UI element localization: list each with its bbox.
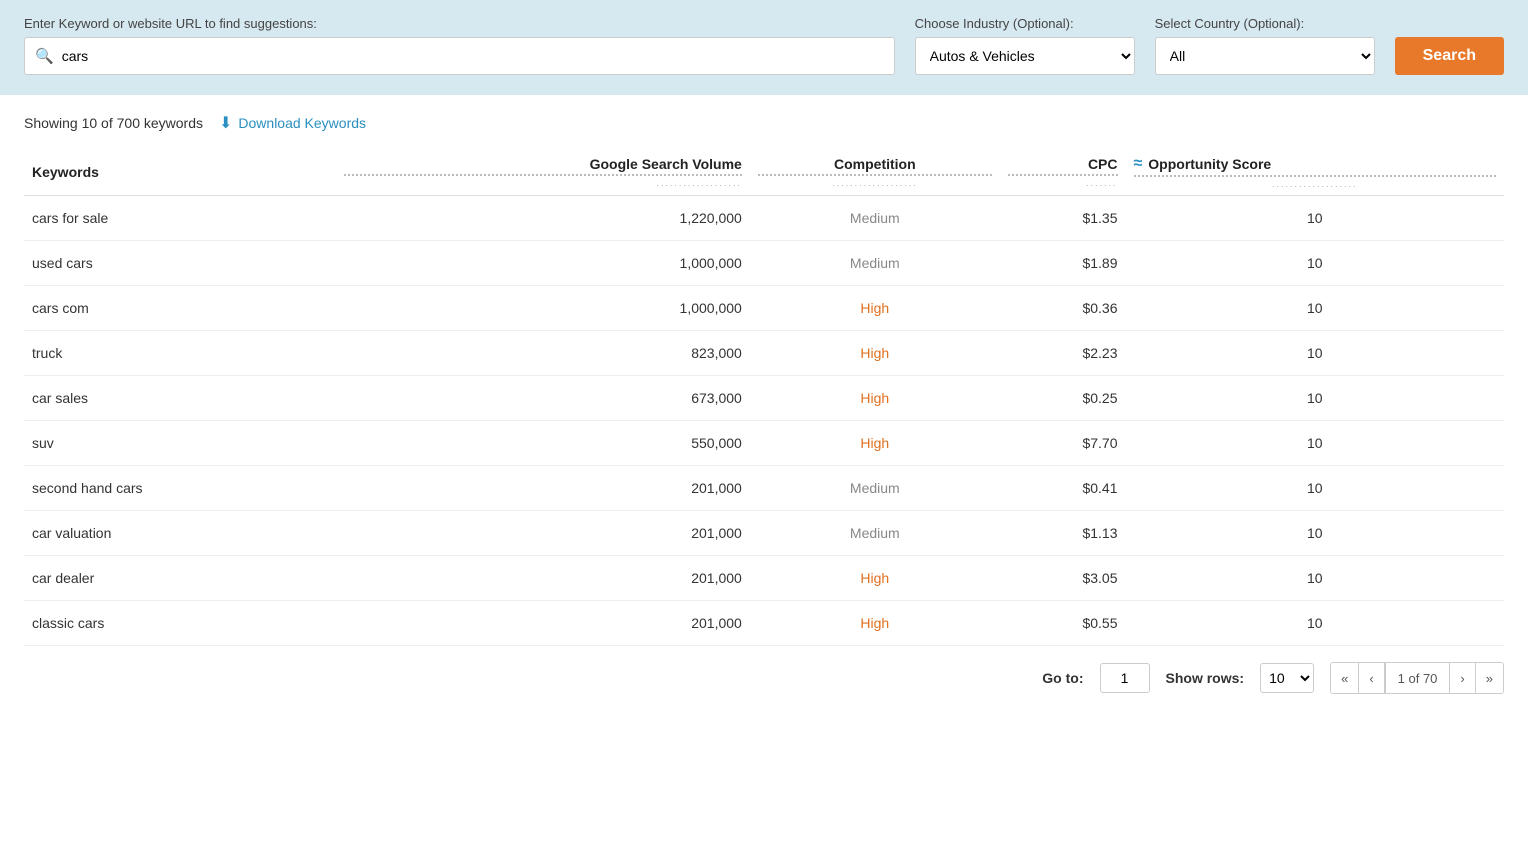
table-row: classic cars 201,000 High $0.55 10 bbox=[24, 601, 1504, 646]
cell-cpc: $1.35 bbox=[1000, 196, 1126, 241]
cell-keyword: classic cars bbox=[24, 601, 336, 646]
table-row: car valuation 201,000 Medium $1.13 10 bbox=[24, 511, 1504, 556]
cell-opportunity-score: 10 bbox=[1126, 241, 1505, 286]
cell-opportunity-score: 10 bbox=[1126, 511, 1505, 556]
cell-opportunity-score: 10 bbox=[1126, 196, 1505, 241]
col-cpc: CPC ....... bbox=[1000, 145, 1126, 196]
pagination-row: Go to: Show rows: 10 25 50 100 « ‹ 1 of … bbox=[0, 646, 1528, 710]
table-header-row: Keywords Google Search Volume ..........… bbox=[24, 145, 1504, 196]
cell-opportunity-score: 10 bbox=[1126, 466, 1505, 511]
cell-volume: 673,000 bbox=[336, 376, 750, 421]
cell-competition: High bbox=[750, 601, 1000, 646]
results-bar: Showing 10 of 700 keywords ⬇ Download Ke… bbox=[0, 95, 1528, 145]
cell-keyword: car valuation bbox=[24, 511, 336, 556]
cell-opportunity-score: 10 bbox=[1126, 556, 1505, 601]
cell-competition: Medium bbox=[750, 511, 1000, 556]
page-info: 1 of 70 bbox=[1385, 663, 1451, 693]
next-page-button[interactable]: › bbox=[1450, 663, 1475, 693]
cell-cpc: $3.05 bbox=[1000, 556, 1126, 601]
cell-competition: Medium bbox=[750, 241, 1000, 286]
country-select[interactable]: All United States United Kingdom Canada … bbox=[1155, 37, 1375, 75]
cell-competition: High bbox=[750, 331, 1000, 376]
cell-keyword: cars for sale bbox=[24, 196, 336, 241]
show-rows-select[interactable]: 10 25 50 100 bbox=[1260, 663, 1314, 693]
cell-keyword: car dealer bbox=[24, 556, 336, 601]
keywords-table: Keywords Google Search Volume ..........… bbox=[24, 145, 1504, 646]
cell-competition: High bbox=[750, 421, 1000, 466]
cell-competition: High bbox=[750, 286, 1000, 331]
prev-page-button[interactable]: ‹ bbox=[1359, 663, 1384, 693]
goto-input[interactable] bbox=[1100, 663, 1150, 693]
show-rows-label: Show rows: bbox=[1166, 670, 1245, 686]
table-row: car sales 673,000 High $0.25 10 bbox=[24, 376, 1504, 421]
cell-volume: 1,220,000 bbox=[336, 196, 750, 241]
cell-competition: Medium bbox=[750, 196, 1000, 241]
cell-volume: 823,000 bbox=[336, 331, 750, 376]
results-count: Showing 10 of 700 keywords bbox=[24, 115, 203, 131]
col-volume: Google Search Volume ................... bbox=[336, 145, 750, 196]
table-row: second hand cars 201,000 Medium $0.41 10 bbox=[24, 466, 1504, 511]
col-competition: Competition ................... bbox=[750, 145, 1000, 196]
cell-volume: 201,000 bbox=[336, 511, 750, 556]
goto-label: Go to: bbox=[1042, 670, 1083, 686]
cell-opportunity-score: 10 bbox=[1126, 286, 1505, 331]
cell-cpc: $0.41 bbox=[1000, 466, 1126, 511]
cell-volume: 201,000 bbox=[336, 556, 750, 601]
download-icon: ⬇ bbox=[219, 113, 232, 133]
col-keywords: Keywords bbox=[24, 145, 336, 196]
cell-competition: High bbox=[750, 556, 1000, 601]
search-bar: Enter Keyword or website URL to find sug… bbox=[0, 0, 1528, 95]
search-icon: 🔍 bbox=[35, 47, 54, 65]
cell-competition: High bbox=[750, 376, 1000, 421]
table-row: cars com 1,000,000 High $0.36 10 bbox=[24, 286, 1504, 331]
cell-cpc: $0.36 bbox=[1000, 286, 1126, 331]
cell-keyword: car sales bbox=[24, 376, 336, 421]
keyword-group: Enter Keyword or website URL to find sug… bbox=[24, 16, 895, 75]
cell-keyword: second hand cars bbox=[24, 466, 336, 511]
wave-icon: ≈ bbox=[1134, 155, 1143, 173]
cell-keyword: used cars bbox=[24, 241, 336, 286]
keywords-table-wrap: Keywords Google Search Volume ..........… bbox=[0, 145, 1528, 646]
first-page-button[interactable]: « bbox=[1331, 663, 1359, 693]
cell-volume: 1,000,000 bbox=[336, 241, 750, 286]
cell-opportunity-score: 10 bbox=[1126, 421, 1505, 466]
cell-volume: 1,000,000 bbox=[336, 286, 750, 331]
cell-keyword: suv bbox=[24, 421, 336, 466]
keyword-label: Enter Keyword or website URL to find sug… bbox=[24, 16, 895, 31]
cell-volume: 201,000 bbox=[336, 601, 750, 646]
cell-volume: 201,000 bbox=[336, 466, 750, 511]
cell-opportunity-score: 10 bbox=[1126, 601, 1505, 646]
cell-cpc: $2.23 bbox=[1000, 331, 1126, 376]
cell-cpc: $1.13 bbox=[1000, 511, 1126, 556]
download-label: Download Keywords bbox=[238, 115, 366, 131]
cell-keyword: truck bbox=[24, 331, 336, 376]
search-button[interactable]: Search bbox=[1395, 37, 1504, 75]
last-page-button[interactable]: » bbox=[1476, 663, 1503, 693]
keyword-input[interactable] bbox=[62, 48, 884, 64]
download-keywords-link[interactable]: ⬇ Download Keywords bbox=[219, 113, 366, 133]
cell-cpc: $7.70 bbox=[1000, 421, 1126, 466]
table-row: suv 550,000 High $7.70 10 bbox=[24, 421, 1504, 466]
cell-cpc: $1.89 bbox=[1000, 241, 1126, 286]
cell-cpc: $0.25 bbox=[1000, 376, 1126, 421]
cell-cpc: $0.55 bbox=[1000, 601, 1126, 646]
cell-opportunity-score: 10 bbox=[1126, 331, 1505, 376]
cell-opportunity-score: 10 bbox=[1126, 376, 1505, 421]
cell-volume: 550,000 bbox=[336, 421, 750, 466]
table-row: used cars 1,000,000 Medium $1.89 10 bbox=[24, 241, 1504, 286]
industry-select[interactable]: Autos & Vehicles Arts & Entertainment Bu… bbox=[915, 37, 1135, 75]
country-label: Select Country (Optional): bbox=[1155, 16, 1375, 31]
cell-keyword: cars com bbox=[24, 286, 336, 331]
table-row: truck 823,000 High $2.23 10 bbox=[24, 331, 1504, 376]
country-group: Select Country (Optional): All United St… bbox=[1155, 16, 1375, 75]
col-opportunity-score: ≈ Opportunity Score ................... bbox=[1126, 145, 1505, 196]
industry-group: Choose Industry (Optional): Autos & Vehi… bbox=[915, 16, 1135, 75]
pagination-buttons: « ‹ 1 of 70 › » bbox=[1330, 662, 1504, 694]
keyword-input-wrap: 🔍 bbox=[24, 37, 895, 75]
table-row: cars for sale 1,220,000 Medium $1.35 10 bbox=[24, 196, 1504, 241]
industry-label: Choose Industry (Optional): bbox=[915, 16, 1135, 31]
table-row: car dealer 201,000 High $3.05 10 bbox=[24, 556, 1504, 601]
cell-competition: Medium bbox=[750, 466, 1000, 511]
